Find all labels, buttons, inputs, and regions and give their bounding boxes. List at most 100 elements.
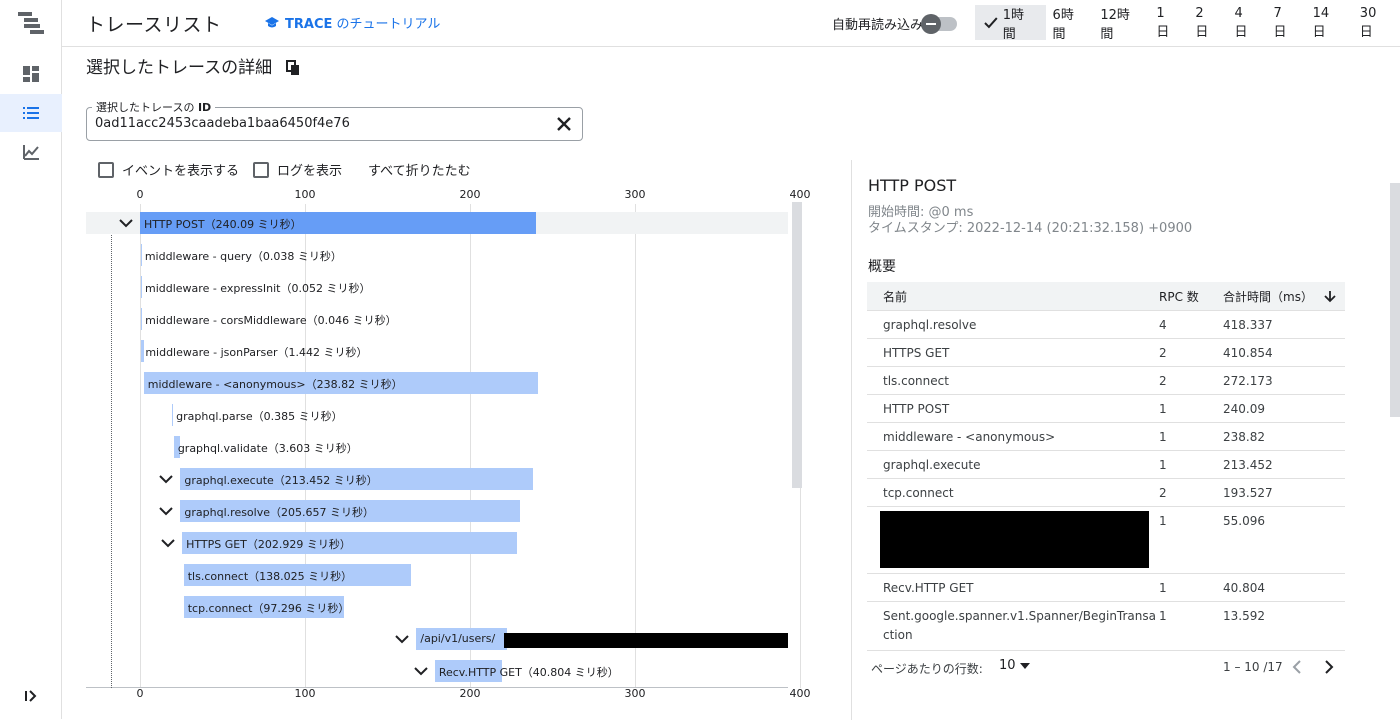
time-range-5[interactable]: 4 日: [1227, 5, 1266, 40]
span-row[interactable]: Recv.HTTP GET（40.804 ミリ秒）: [86, 660, 788, 682]
span-label: Recv.HTTP GET（40.804 ミリ秒）: [438, 666, 619, 679]
span-row[interactable]: tcp.connect（97.296 ミリ秒）: [86, 596, 788, 618]
span-bar[interactable]: [141, 308, 143, 330]
span-row[interactable]: middleware - <anonymous>（238.82 ミリ秒）: [86, 372, 788, 394]
autoreload-toggle[interactable]: [921, 13, 958, 34]
span-bar[interactable]: [140, 244, 142, 266]
rows-per-page-select[interactable]: 10: [999, 658, 1030, 673]
time-range-6[interactable]: 7 日: [1267, 5, 1306, 40]
span-bar[interactable]: [140, 276, 142, 298]
span-row[interactable]: HTTPS GET（202.929 ミリ秒）: [86, 532, 788, 554]
chevron-down-icon[interactable]: [160, 535, 176, 551]
cell-total: 40.804: [1223, 581, 1265, 595]
collapse-all-button[interactable]: すべて折りたたむ: [368, 160, 471, 179]
table-row[interactable]: HTTPS GET 2 410.854: [867, 338, 1345, 366]
span-row[interactable]: middleware - jsonParser（1.442 ミリ秒）: [86, 340, 788, 362]
span-bar[interactable]: [141, 340, 144, 362]
tutorial-link[interactable]: TRACE のチュートリアル: [264, 13, 440, 32]
show-events-checkbox[interactable]: イベントを表示する: [98, 160, 239, 179]
span-title: HTTP POST: [868, 176, 957, 195]
table-pager: ページあたりの行数: 10 1 – 10 /17: [867, 650, 1345, 684]
span-row[interactable]: middleware - expressInit（0.052 ミリ秒）: [86, 276, 788, 298]
analysis-chart-icon[interactable]: [0, 133, 62, 171]
left-nav-rail: [0, 0, 62, 719]
span-label: middleware - expressInit（0.052 ミリ秒）: [144, 282, 371, 295]
table-row[interactable]: graphql.resolve 4 418.337: [867, 310, 1345, 338]
chevron-down-icon[interactable]: [413, 663, 429, 679]
dashboard-icon[interactable]: [0, 55, 62, 93]
span-row[interactable]: graphql.parse（0.385 ミリ秒）: [86, 404, 788, 426]
checkbox-icon: [253, 161, 270, 178]
show-logs-checkbox[interactable]: ログを表示: [253, 160, 342, 179]
cell-name: Sent.google.spanner.v1.Spanner/BeginTran…: [883, 609, 1156, 642]
cell-total: 193.527: [1223, 486, 1273, 500]
rows-per-page-value: 10: [999, 658, 1016, 673]
product-menu-icon[interactable]: [0, 3, 62, 43]
tutorial-prefix: TRACE: [285, 17, 333, 32]
trace-list-icon[interactable]: [0, 94, 62, 132]
close-icon[interactable]: [554, 114, 574, 134]
chevron-down-icon[interactable]: [158, 503, 174, 519]
cell-name: HTTP POST: [883, 402, 950, 416]
section-title-text: 選択したトレースの詳細: [86, 58, 273, 78]
span-row[interactable]: middleware - corsMiddleware（0.046 ミリ秒）: [86, 308, 788, 330]
autoreload-label: 自動再読み込み: [832, 18, 924, 33]
table-row[interactable]: tls.connect 2 272.173: [867, 366, 1345, 394]
cell-rpc: 1: [1159, 458, 1167, 472]
trace-id-label-bold: ID: [197, 101, 212, 114]
table-row[interactable]: HTTP POST 1 240.09: [867, 394, 1345, 422]
time-range-4[interactable]: 2 日: [1188, 5, 1227, 40]
school-icon: [265, 16, 279, 27]
cell-name: middleware - <anonymous>: [883, 430, 1056, 444]
col-total-header[interactable]: 合計時間（ms）: [1223, 282, 1337, 310]
redacted-block: [880, 511, 1149, 568]
cell-name: graphql.resolve: [883, 318, 977, 332]
span-row[interactable]: HTTP POST（240.09 ミリ秒）: [86, 212, 788, 234]
time-range-label: 30 日: [1359, 5, 1377, 40]
cell-rpc: 1: [1159, 581, 1167, 595]
span-row[interactable]: /api/v1/users/: [86, 628, 788, 650]
time-range-label: 6時間: [1052, 7, 1074, 42]
span-bar[interactable]: [172, 404, 174, 426]
cell-total: 13.592: [1223, 609, 1265, 623]
expand-rail-icon[interactable]: [0, 677, 62, 715]
chevron-right-icon[interactable]: [1324, 660, 1334, 674]
trace-id-value[interactable]: 0ad11acc2453caadeba1baa6450f4e76: [95, 116, 350, 131]
time-range-3[interactable]: 1 日: [1149, 5, 1188, 40]
table-row[interactable]: 1 55.096: [867, 506, 1345, 573]
table-row[interactable]: graphql.execute 1 213.452: [867, 450, 1345, 478]
chevron-down-icon[interactable]: [118, 215, 134, 231]
span-row[interactable]: graphql.validate（3.603 ミリ秒）: [86, 436, 788, 458]
chevron-down-icon[interactable]: [394, 631, 410, 647]
col-name-header[interactable]: 名前: [883, 282, 907, 310]
rows-per-page-label: ページあたりの行数:: [871, 662, 983, 676]
timeline-scrollbar[interactable]: [792, 202, 802, 488]
time-range-label: 2 日: [1195, 5, 1209, 40]
time-range-2[interactable]: 12時間: [1093, 5, 1149, 42]
time-range-8[interactable]: 30 日: [1353, 5, 1400, 40]
time-range-1[interactable]: 6時間: [1046, 5, 1094, 42]
col-rpc-header[interactable]: RPC 数: [1159, 282, 1199, 310]
chevron-down-icon[interactable]: [158, 471, 174, 487]
cell-total: 418.337: [1223, 318, 1273, 332]
span-label: HTTPS GET（202.929 ミリ秒）: [186, 538, 351, 551]
timeline-options: イベントを表示する ログを表示 すべて折りたたむ: [98, 160, 471, 179]
table-header: 名前 RPC 数 合計時間（ms）: [867, 282, 1345, 310]
span-row[interactable]: graphql.resolve（205.657 ミリ秒）: [86, 500, 788, 522]
page-scrollbar[interactable]: [1390, 183, 1400, 417]
table-row[interactable]: Recv.HTTP GET 1 40.804: [867, 573, 1345, 601]
axis-tick-top: 100: [294, 188, 316, 201]
tutorial-suffix: のチュートリアル: [332, 17, 441, 32]
span-row[interactable]: graphql.execute（213.452 ミリ秒）: [86, 468, 788, 490]
chevron-left-icon[interactable]: [1292, 660, 1302, 674]
time-range-0[interactable]: 1時間: [975, 5, 1046, 42]
table-row[interactable]: middleware - <anonymous> 1 238.82: [867, 422, 1345, 450]
time-range-7[interactable]: 14 日: [1306, 5, 1353, 40]
table-row[interactable]: tcp.connect 2 193.527: [867, 478, 1345, 506]
table-row[interactable]: Sent.google.spanner.v1.Spanner/BeginTran…: [867, 601, 1345, 649]
span-row[interactable]: tls.connect（138.025 ミリ秒）: [86, 564, 788, 586]
span-label: /api/v1/users/: [420, 632, 496, 645]
copy-icon[interactable]: [286, 59, 300, 76]
span-row[interactable]: middleware - query（0.038 ミリ秒）: [86, 244, 788, 266]
span-timestamp: タイムスタンプ: 2022-12-14 (20:21:32.158) +0900: [868, 221, 1193, 236]
